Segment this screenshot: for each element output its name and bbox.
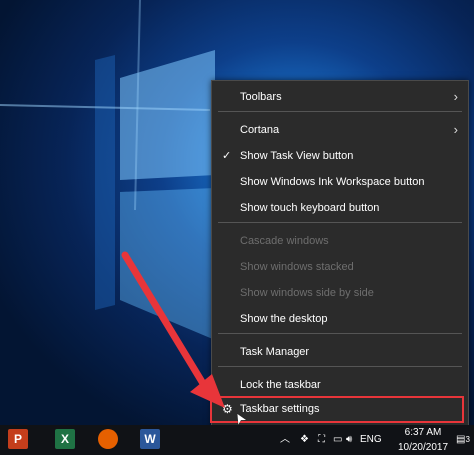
language-indicator[interactable]: ENG bbox=[360, 425, 382, 455]
taskbar-context-menu: Toolbars › Cortana › Show Task View button ✓ S… bbox=[211, 80, 469, 430]
taskbar: P X W ︿ ❖ ⛶ ▭ 🔊︎ ENG 6:37 AM 10/20/2017 ▤3 bbox=[0, 425, 474, 455]
menu-item-label: Show windows stacked bbox=[240, 261, 354, 273]
menu-item-label: Cascade windows bbox=[240, 235, 329, 247]
menu-item-label: Cortana bbox=[240, 124, 280, 136]
notification-count: 3 bbox=[465, 435, 470, 444]
menu-separator bbox=[218, 366, 462, 367]
battery-icon[interactable]: ▭ bbox=[333, 425, 342, 455]
word-icon[interactable]: W bbox=[140, 429, 160, 449]
volume-icon[interactable]: 🔊︎ bbox=[346, 425, 352, 455]
checkmark-icon: ✓ bbox=[222, 150, 232, 162]
menu-item-label: Show Windows Ink Workspace button bbox=[240, 176, 425, 188]
menu-item[interactable]: Show Windows Ink Workspace button bbox=[212, 170, 468, 194]
menu-item-label: Lock the taskbar bbox=[240, 379, 321, 391]
menu-separator bbox=[218, 222, 462, 223]
menu-item[interactable]: Show touch keyboard button bbox=[212, 196, 468, 220]
notifications-icon[interactable]: ▤3 bbox=[456, 425, 470, 455]
menu-item[interactable]: Cortana › bbox=[212, 118, 468, 142]
clock-time: 6:37 AM bbox=[404, 427, 442, 438]
dropbox-icon[interactable]: ❖ bbox=[300, 425, 309, 455]
menu-item[interactable]: Task Manager bbox=[212, 340, 468, 364]
chevron-right-icon: › bbox=[453, 122, 458, 137]
menu-item-label: Show Task View button bbox=[240, 150, 354, 162]
menu-item-label: Task Manager bbox=[240, 346, 310, 358]
menu-separator bbox=[218, 333, 462, 334]
chevron-right-icon: › bbox=[453, 89, 458, 104]
powerpoint-icon[interactable]: P bbox=[8, 429, 28, 449]
menu-separator bbox=[218, 111, 462, 112]
network-icon[interactable]: ⛶ bbox=[318, 425, 325, 455]
menu-item[interactable]: Toolbars › bbox=[212, 85, 468, 109]
menu-item[interactable]: Lock the taskbar bbox=[212, 373, 468, 397]
tray-up-arrow-icon[interactable]: ︿ bbox=[280, 425, 290, 455]
firefox-icon[interactable] bbox=[98, 429, 118, 449]
menu-item: Show windows side by side bbox=[212, 281, 468, 305]
menu-item[interactable]: Show Task View button ✓ bbox=[212, 144, 468, 168]
menu-item-label: Show touch keyboard button bbox=[240, 202, 380, 214]
menu-item-label: Toolbars bbox=[240, 91, 282, 103]
excel-icon[interactable]: X bbox=[55, 429, 75, 449]
clock[interactable]: 6:37 AM 10/20/2017 bbox=[393, 425, 453, 455]
clock-date: 10/20/2017 bbox=[397, 442, 449, 453]
menu-item-label: Show the desktop bbox=[240, 313, 328, 325]
menu-item-label: Show windows side by side bbox=[240, 287, 374, 299]
menu-item[interactable]: Show the desktop bbox=[212, 307, 468, 331]
menu-item: Cascade windows bbox=[212, 229, 468, 253]
menu-item: Show windows stacked bbox=[212, 255, 468, 279]
